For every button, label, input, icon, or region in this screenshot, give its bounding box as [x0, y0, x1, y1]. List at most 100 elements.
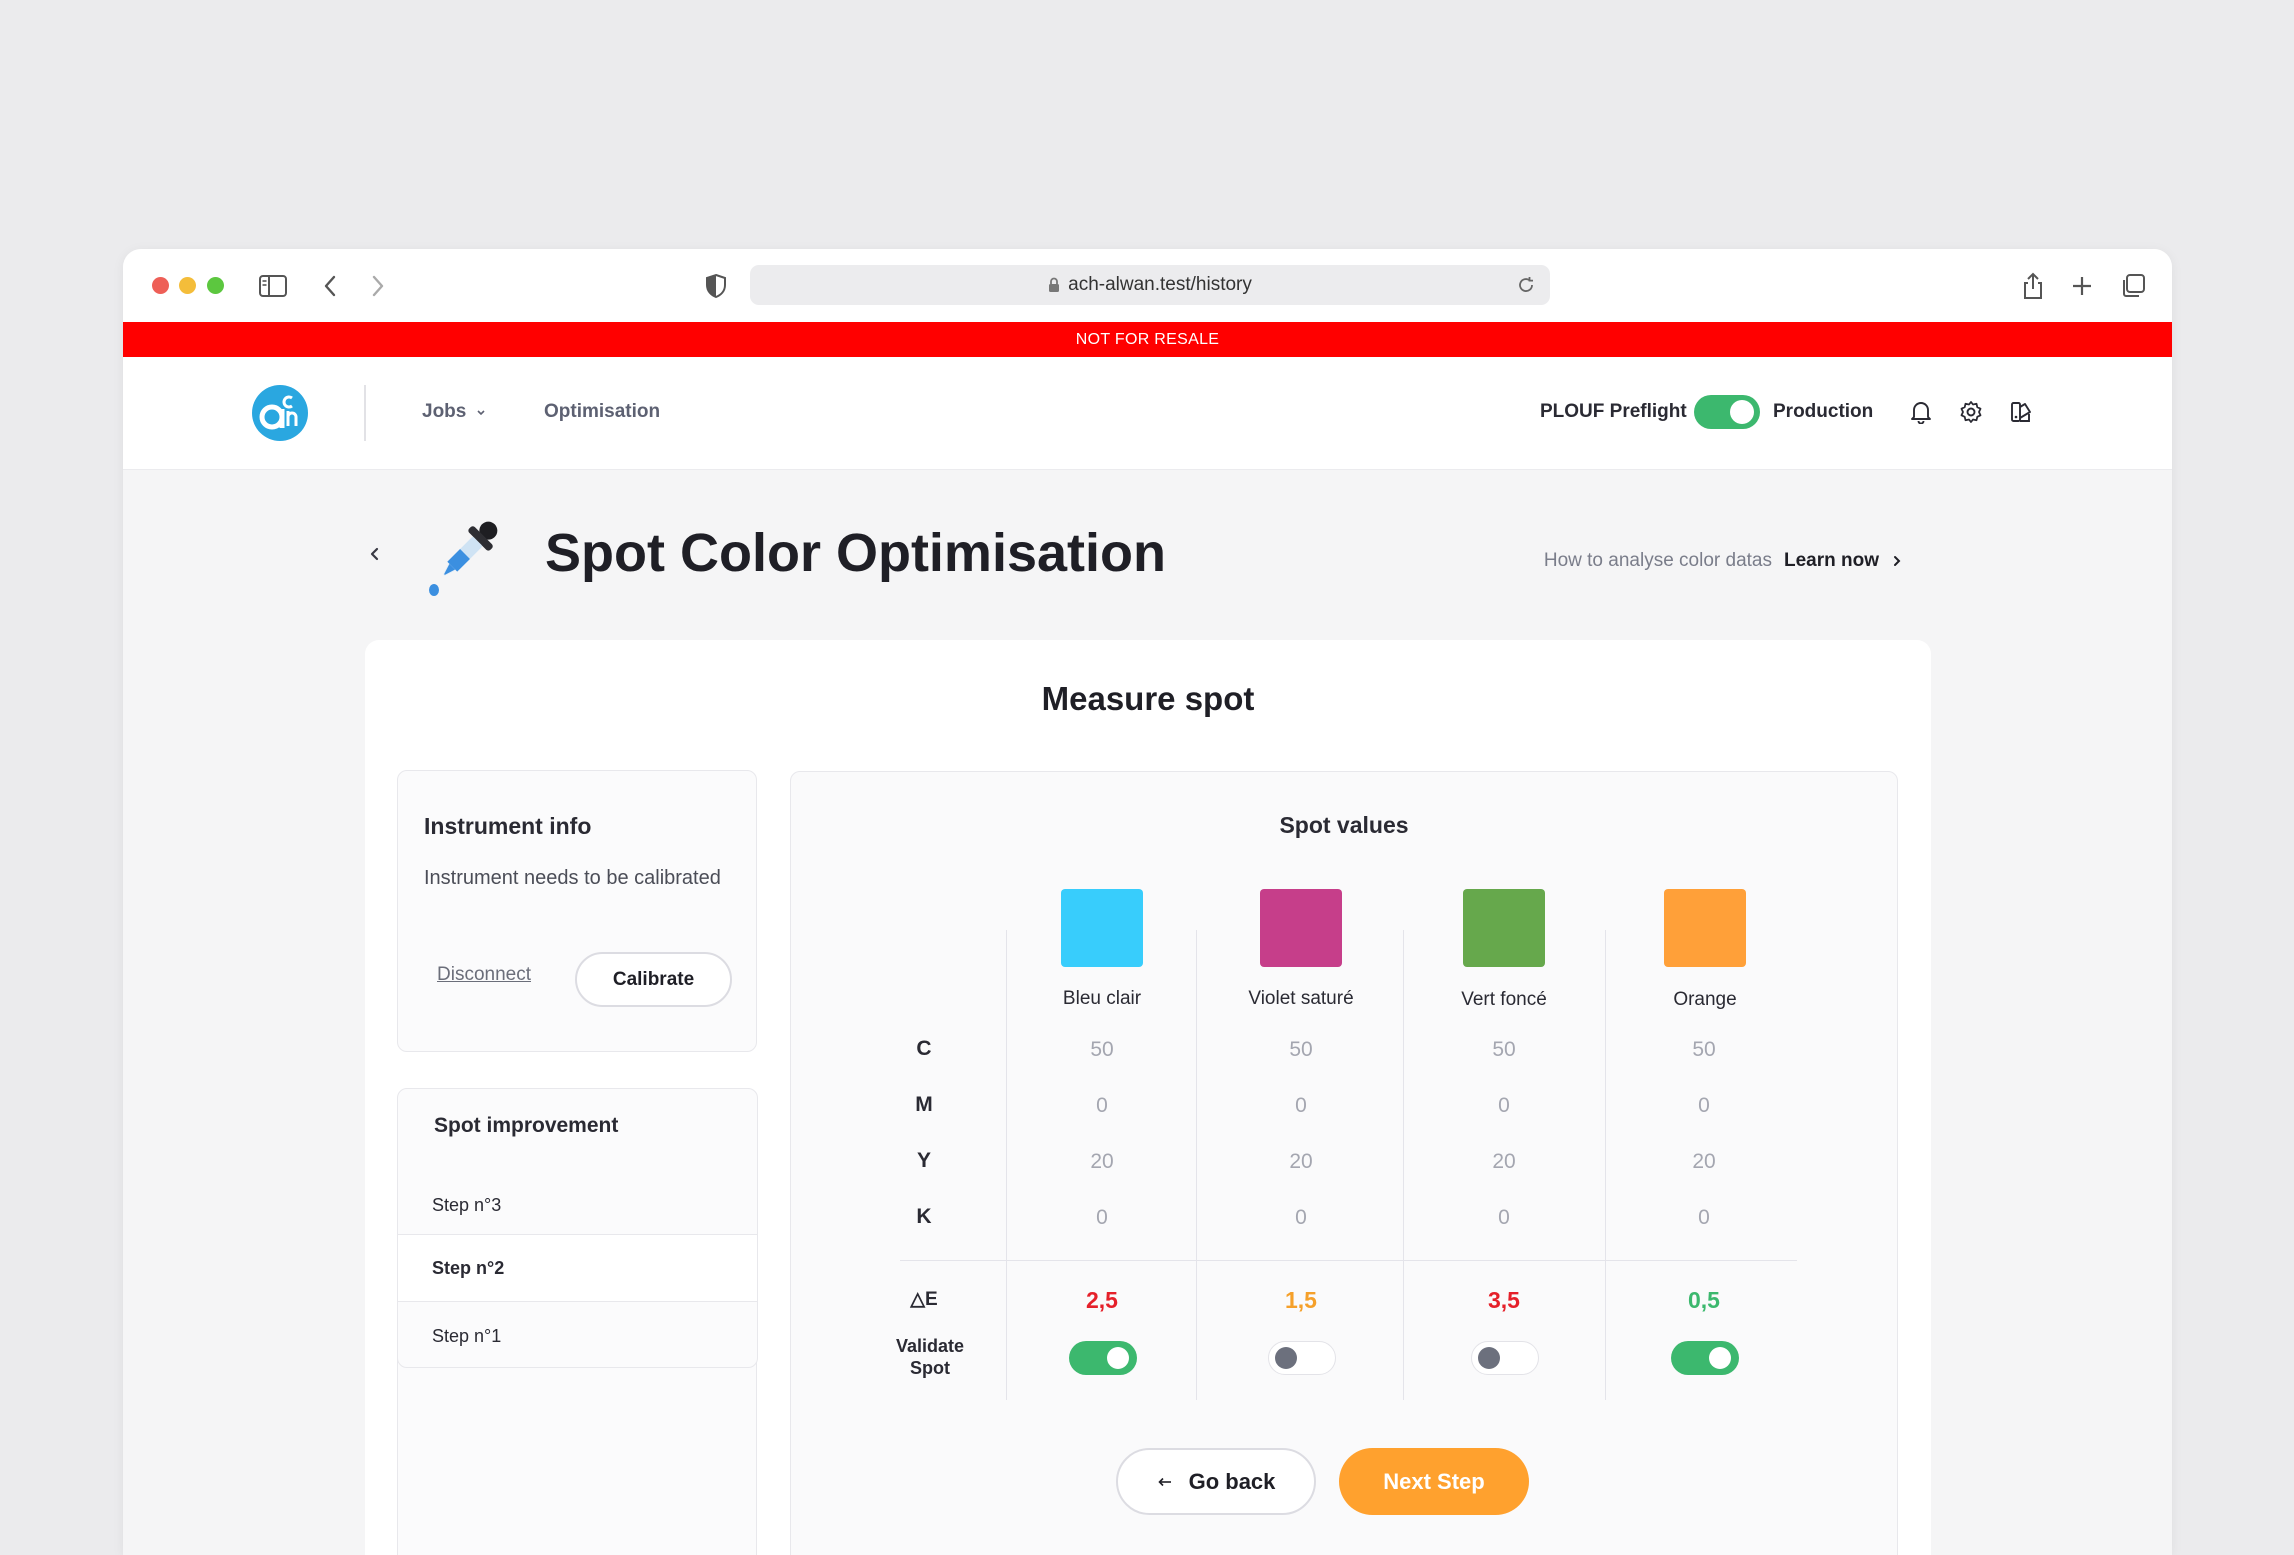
- delta-e-value: 3,5: [1488, 1287, 1520, 1313]
- cell-k-value: 0: [1698, 1206, 1710, 1229]
- page-title: Spot Color Optimisation: [545, 523, 1166, 583]
- chevron-left-icon[interactable]: [363, 542, 387, 566]
- swatch-vert-fonce: [1463, 889, 1545, 967]
- learn-link-row: How to analyse color datas Learn now: [1544, 550, 1901, 572]
- help-text: How to analyse color datas: [1543, 550, 1772, 571]
- step-item-3[interactable]: Step n°3: [398, 1171, 757, 1239]
- nav-jobs-menu[interactable]: Jobs: [422, 401, 486, 423]
- cell-m-value: 0: [1698, 1094, 1710, 1117]
- cell-y-value: 20: [1692, 1150, 1716, 1173]
- nav-divider: [364, 385, 366, 441]
- toggle-knob: [1730, 400, 1754, 424]
- validate-toggle-bleu-clair[interactable]: [1069, 1341, 1137, 1375]
- instrument-status-text: Instrument needs to be calibrated: [424, 867, 721, 889]
- forward-arrow-icon[interactable]: [361, 269, 395, 303]
- cell-y-value: 20: [1492, 1150, 1516, 1173]
- not-for-resale-banner: NOT FOR RESALE: [123, 322, 2172, 357]
- eyedropper-icon: [425, 510, 505, 598]
- app-header: Jobs Optimisation PLOUF Preflight Produc…: [123, 357, 2172, 470]
- disconnect-link[interactable]: Disconnect: [437, 964, 531, 986]
- env-preflight-label: PLOUF Preflight: [1540, 401, 1687, 422]
- swatch-orange: [1664, 889, 1746, 967]
- cell-c-value: 50: [1692, 1038, 1716, 1061]
- nav-jobs-label: Jobs: [422, 401, 467, 422]
- tab-overview-icon[interactable]: [2116, 269, 2150, 303]
- cell-m-value: 0: [1295, 1094, 1307, 1117]
- row-label-y: Y: [916, 1149, 931, 1172]
- lock-icon: [1048, 277, 1060, 293]
- spot-name: Orange: [1673, 989, 1737, 1010]
- learn-now-link[interactable]: Learn now: [1784, 550, 1879, 572]
- url-text: ach-alwan.test/history: [1068, 274, 1252, 295]
- back-arrow-icon[interactable]: [313, 269, 347, 303]
- card-title: Measure spot: [1041, 680, 1255, 717]
- row-label-c: C: [916, 1037, 932, 1060]
- new-tab-icon[interactable]: [2065, 269, 2099, 303]
- reload-icon[interactable]: [1512, 271, 1540, 299]
- go-back-button[interactable]: Go back: [1116, 1448, 1316, 1515]
- nav-optimisation-link[interactable]: Optimisation: [544, 401, 660, 423]
- cell-c-value: 50: [1492, 1038, 1516, 1061]
- toggle-knob: [1478, 1347, 1500, 1369]
- page-heading: Spot Color Optimisation How to analyse c…: [123, 470, 2172, 640]
- ach-logo-icon[interactable]: [251, 384, 309, 442]
- spot-name: Vert foncé: [1461, 989, 1547, 1010]
- zoom-window-button[interactable]: [207, 277, 224, 294]
- delta-e-label: △E: [910, 1289, 938, 1310]
- bell-icon[interactable]: [1906, 397, 1936, 427]
- row-label-m: M: [915, 1093, 933, 1116]
- row-divider: [900, 1260, 1797, 1261]
- swatch-bleu-clair: [1061, 889, 1143, 967]
- toggle-knob: [1709, 1347, 1731, 1369]
- spot-improvement-list: Spot improvement Step n°3 Step n°2 Step …: [397, 1088, 758, 1368]
- delta-e-value: 2,5: [1086, 1287, 1118, 1313]
- spot-improvement-title: Spot improvement: [434, 1114, 619, 1137]
- address-bar[interactable]: ach-alwan.test/history: [750, 265, 1550, 305]
- next-step-button[interactable]: Next Step: [1339, 1448, 1529, 1515]
- cell-y-value: 20: [1090, 1150, 1114, 1173]
- swatch-violet-sature: [1260, 889, 1342, 967]
- spot-values-title: Spot values: [1279, 812, 1409, 838]
- instrument-info-panel: Instrument info Instrument needs to be c…: [397, 770, 757, 1052]
- delta-e-value: 1,5: [1285, 1287, 1317, 1313]
- sidebar-toggle-icon[interactable]: [256, 269, 290, 303]
- cell-c-value: 50: [1090, 1038, 1114, 1061]
- spot-improvement-panel: [397, 1338, 757, 1555]
- step-item-2[interactable]: Step n°2: [398, 1234, 757, 1302]
- validate-toggle-orange[interactable]: [1671, 1341, 1739, 1375]
- privacy-shield-icon[interactable]: [699, 269, 733, 303]
- toggle-knob: [1107, 1347, 1129, 1369]
- cell-c-value: 50: [1289, 1038, 1313, 1061]
- calibrate-button[interactable]: Calibrate: [575, 952, 732, 1007]
- chevron-right-icon[interactable]: [1893, 555, 1901, 567]
- toggle-knob: [1275, 1347, 1297, 1369]
- nav-optimisation-label: Optimisation: [544, 401, 661, 422]
- spot-name: Violet saturé: [1248, 988, 1354, 1009]
- validate-toggle-violet-sature[interactable]: [1268, 1341, 1336, 1375]
- gear-icon[interactable]: [1956, 397, 1986, 427]
- cell-y-value: 20: [1289, 1150, 1313, 1173]
- validate-spot-label: Validate Spot: [895, 1336, 965, 1378]
- row-label-k: K: [916, 1205, 932, 1228]
- cell-k-value: 0: [1096, 1206, 1108, 1229]
- palette-icon[interactable]: [2006, 397, 2036, 427]
- cell-k-value: 0: [1498, 1206, 1510, 1229]
- chevron-down-icon: [476, 401, 486, 423]
- cell-m-value: 0: [1096, 1094, 1108, 1117]
- browser-toolbar: ach-alwan.test/history: [123, 249, 2172, 322]
- arrow-left-icon: [1157, 1477, 1173, 1487]
- step-item-1[interactable]: Step n°1: [398, 1302, 757, 1370]
- environment-toggle[interactable]: [1694, 395, 1760, 429]
- delta-e-value: 0,5: [1688, 1287, 1720, 1313]
- cell-m-value: 0: [1498, 1094, 1510, 1117]
- cell-k-value: 0: [1295, 1206, 1307, 1229]
- share-icon[interactable]: [2016, 269, 2050, 303]
- minimize-window-button[interactable]: [179, 277, 196, 294]
- go-back-label: Go back: [1188, 1468, 1276, 1494]
- spot-values-panel: Spot values Bleu clair Violet saturé Ver…: [790, 771, 1898, 1555]
- env-production-label: Production: [1773, 401, 1874, 422]
- validate-toggle-vert-fonce[interactable]: [1471, 1341, 1539, 1375]
- spot-name: Bleu clair: [1062, 988, 1142, 1009]
- close-window-button[interactable]: [152, 277, 169, 294]
- instrument-title: Instrument info: [424, 813, 592, 839]
